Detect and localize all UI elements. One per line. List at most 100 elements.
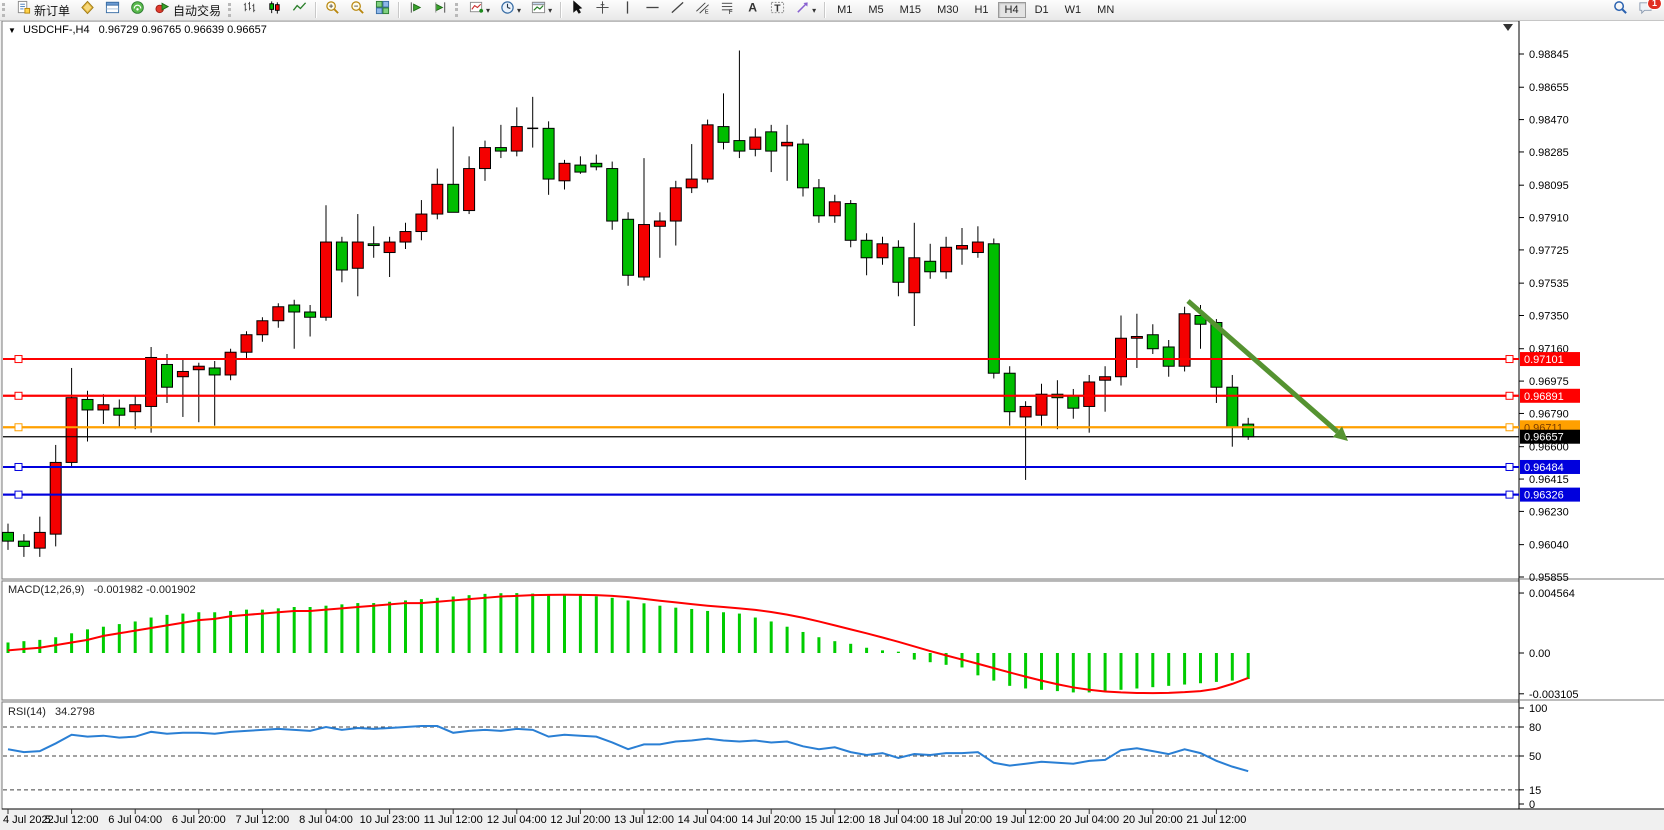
toolbar-grip[interactable] xyxy=(455,3,461,17)
svg-text:A: A xyxy=(748,1,757,15)
text-label-tool-button[interactable]: T xyxy=(766,0,789,20)
timeframe-button-W1[interactable]: W1 xyxy=(1058,2,1089,18)
macd-bar xyxy=(531,594,534,653)
line-handle[interactable] xyxy=(1506,392,1513,399)
timeframe-button-MN[interactable]: MN xyxy=(1090,2,1121,18)
cursor-tool-button[interactable] xyxy=(566,0,589,20)
candle-body xyxy=(591,163,602,166)
chart-canvas[interactable]: 0.988450.986550.984700.982850.980950.979… xyxy=(0,20,1664,830)
candle-body xyxy=(289,305,300,312)
auto-scroll-button[interactable] xyxy=(404,0,427,20)
vertical-line-tool-button[interactable] xyxy=(616,0,639,20)
svg-text:F: F xyxy=(729,9,733,15)
svg-text:19 Jul 12:00: 19 Jul 12:00 xyxy=(996,814,1056,826)
arrows-tool-button[interactable]: ▾ xyxy=(791,0,820,20)
macd-bar xyxy=(404,600,407,653)
line-handle[interactable] xyxy=(1506,356,1513,363)
candle-body xyxy=(718,127,729,143)
line-handle[interactable] xyxy=(1506,463,1513,470)
rsi-value-text: 34.2798 xyxy=(55,706,95,718)
macd-values-text: -0.001982 -0.001902 xyxy=(93,584,195,596)
macd-bar xyxy=(388,602,391,653)
indicators-button[interactable]: ▾ xyxy=(465,0,494,20)
zoom-in-button[interactable] xyxy=(321,0,344,20)
data-window-button[interactable] xyxy=(101,0,124,20)
candle-body xyxy=(209,368,220,375)
timeframe-button-H4[interactable]: H4 xyxy=(998,2,1026,18)
line-handle[interactable] xyxy=(15,424,22,431)
line-handle[interactable] xyxy=(15,392,22,399)
svg-text:0.97350: 0.97350 xyxy=(1529,310,1569,322)
notifications-button[interactable]: 1 xyxy=(1634,0,1657,20)
chart-shift-button[interactable] xyxy=(429,0,452,20)
line-handle[interactable] xyxy=(15,491,22,498)
fibonacci-tool-button[interactable]: F xyxy=(716,0,739,20)
bar-chart-button[interactable] xyxy=(238,0,261,20)
macd-bar xyxy=(7,642,10,653)
svg-text:0.97725: 0.97725 xyxy=(1529,245,1569,257)
timeframe-button-M5[interactable]: M5 xyxy=(861,2,890,18)
horizontal-line-tool-button[interactable] xyxy=(641,0,664,20)
text-tool-button[interactable]: A xyxy=(741,0,764,20)
notification-badge: 1 xyxy=(1647,0,1662,10)
navigator-button[interactable] xyxy=(126,0,149,20)
chart-shift-icon xyxy=(433,0,448,20)
trendline-tool-button[interactable] xyxy=(666,0,689,20)
macd-bar xyxy=(197,612,200,653)
candle-body xyxy=(623,219,634,275)
new-order-button[interactable]: 新订单 xyxy=(12,0,74,20)
macd-bar xyxy=(277,608,280,653)
chart-bars-icon xyxy=(242,0,257,20)
svg-text:0.96975: 0.96975 xyxy=(1529,376,1569,388)
candle-body xyxy=(146,357,157,406)
line-chart-button[interactable] xyxy=(288,0,311,20)
zoom-out-button[interactable] xyxy=(346,0,369,20)
periods-button[interactable]: ▾ xyxy=(496,0,525,20)
candle-body xyxy=(829,202,840,216)
macd-bar xyxy=(929,653,932,662)
svg-text:100: 100 xyxy=(1529,703,1547,715)
svg-text:0.96790: 0.96790 xyxy=(1529,408,1569,420)
one-click-trading-collapse-icon[interactable]: ▼ xyxy=(8,26,16,35)
candle-body xyxy=(607,169,618,221)
macd-bar xyxy=(563,595,566,653)
tile-windows-button[interactable] xyxy=(371,0,394,20)
market-watch-button[interactable] xyxy=(76,0,99,20)
candle-body xyxy=(559,163,570,180)
chart-symbol-ohlc-label: ▼ USDCHF-,H4 0.96729 0.96765 0.96639 0.9… xyxy=(8,24,267,36)
line-handle[interactable] xyxy=(15,463,22,470)
macd-bar xyxy=(309,607,312,653)
timeframe-button-H1[interactable]: H1 xyxy=(967,2,995,18)
macd-bar xyxy=(1040,653,1043,690)
macd-bar xyxy=(484,594,487,653)
candle-body xyxy=(1020,406,1031,416)
toolbar-grip[interactable] xyxy=(2,3,8,17)
candle-body xyxy=(782,142,793,145)
candle-body xyxy=(464,169,475,211)
timeframe-button-M30[interactable]: M30 xyxy=(930,2,965,18)
equidistant-channel-tool-button[interactable]: E xyxy=(691,0,714,20)
candle-body xyxy=(130,405,141,412)
fibonacci-icon: F xyxy=(720,0,735,20)
timeframe-button-M15[interactable]: M15 xyxy=(893,2,928,18)
candlestick-chart-button[interactable] xyxy=(263,0,286,20)
candle-body xyxy=(511,127,522,151)
timeframe-button-D1[interactable]: D1 xyxy=(1028,2,1056,18)
svg-text:-0.003105: -0.003105 xyxy=(1529,689,1579,701)
chart-candles-icon xyxy=(267,0,282,20)
line-handle[interactable] xyxy=(15,356,22,363)
timeframe-button-M1[interactable]: M1 xyxy=(830,2,859,18)
candle-body xyxy=(448,184,459,212)
auto-trading-button[interactable]: 自动交易 xyxy=(151,0,225,20)
toolbar-grip[interactable] xyxy=(228,3,234,17)
templates-button[interactable]: ▾ xyxy=(527,0,556,20)
search-button[interactable] xyxy=(1609,0,1632,20)
line-handle[interactable] xyxy=(1506,491,1513,498)
line-handle[interactable] xyxy=(1506,424,1513,431)
crosshair-tool-button[interactable] xyxy=(591,0,614,20)
candle-body xyxy=(368,244,379,246)
svg-text:12 Jul 04:00: 12 Jul 04:00 xyxy=(487,814,547,826)
macd-bar xyxy=(754,618,757,653)
chart-line-icon xyxy=(292,0,307,20)
macd-bar xyxy=(690,609,693,653)
